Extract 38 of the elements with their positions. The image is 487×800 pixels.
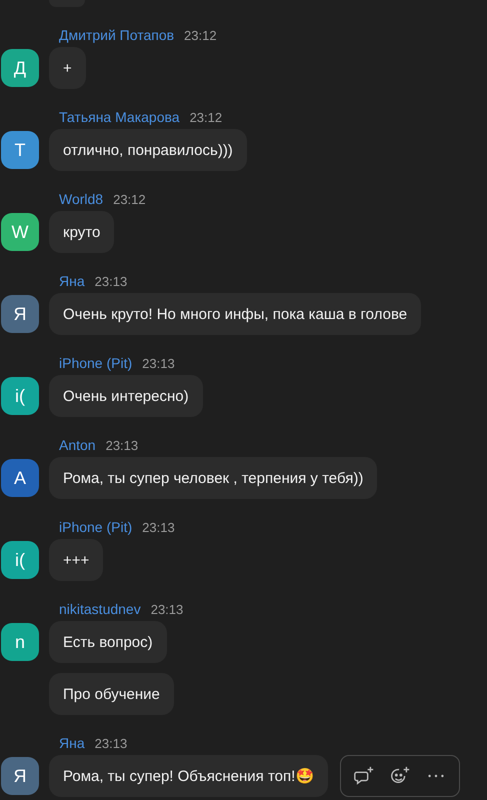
author-name: Татьяна Макарова: [59, 109, 180, 125]
avatar: Я: [1, 757, 39, 795]
avatar: Я: [1, 295, 39, 333]
avatar: i(: [1, 541, 39, 579]
message-time: 23:13: [142, 520, 175, 535]
message-bubble: Рома, ты супер человек , терпения у тебя)): [49, 457, 378, 499]
avatar: A: [1, 459, 39, 497]
message-time: 23:13: [150, 602, 184, 617]
author-name: iPhone (Pit): [59, 355, 132, 371]
avatar: Т: [1, 131, 39, 169]
avatar: W: [1, 213, 39, 251]
message-bubble: отлично, понравилось))): [49, 129, 247, 171]
message-time: 23:13: [142, 356, 175, 371]
message-bubble: Про обучение: [49, 673, 174, 715]
message-bubble: Очень круто! Но много инфы, пока каша в голове: [49, 293, 422, 335]
author-name: iPhone (Pit): [59, 519, 132, 535]
reply-icon[interactable]: [353, 765, 376, 787]
message-time: 23:13: [94, 274, 128, 289]
message-time: 23:13: [94, 736, 128, 751]
author-name: nikitastudnev: [59, 601, 141, 617]
author-name: Яна: [59, 273, 85, 289]
message-bubble: +: [49, 47, 86, 89]
message-time: 23:12: [113, 192, 146, 207]
message-time: 23:12: [190, 110, 222, 125]
avatar: n: [1, 623, 39, 661]
avatar: i(: [1, 377, 39, 415]
message-bubble: круто: [49, 211, 114, 253]
message-bubble: Рома, ты супер! Объяснения топ!🤩: [49, 755, 328, 797]
author-name: World8: [59, 191, 104, 207]
author-name: Яна: [59, 735, 85, 751]
author-name: Дмитрий Потапов: [59, 27, 174, 43]
message-time: 23:13: [106, 438, 138, 453]
avatar: Д: [1, 49, 39, 87]
message-time: 23:12: [184, 28, 217, 43]
message-bubble: Есть вопрос): [49, 621, 167, 663]
message-bubble: +++: [49, 539, 104, 581]
message-bubble: Очень интересно): [49, 375, 203, 417]
author-name: Anton: [59, 437, 96, 453]
